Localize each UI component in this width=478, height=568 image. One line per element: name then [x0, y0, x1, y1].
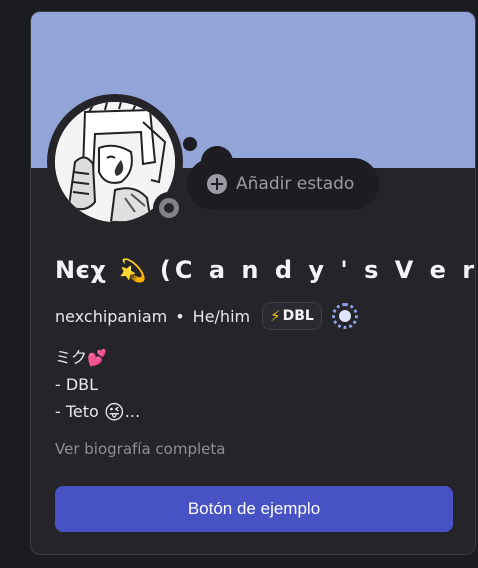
bio-line-1-text: ミク — [55, 348, 88, 367]
bio: ミク💕 - DBL - Teto 😜... — [55, 344, 140, 426]
guild-tag-label: DBL — [282, 308, 314, 324]
bio-line-3: - Teto 😜... — [55, 398, 140, 426]
bio-line-2: - DBL — [55, 375, 99, 394]
example-button-label: Botón de ejemplo — [187, 499, 321, 518]
separator-dot: • — [175, 306, 185, 326]
add-status-label: Añadir estado — [236, 174, 355, 194]
display-name-suffix: (C a n d y ' s V e r s) — [159, 256, 475, 284]
bio-line-3-text: - Teto — [55, 402, 99, 421]
profile-card: Añadir estado Nєχ 💫 (C a n d y ' s V e r… — [30, 11, 476, 555]
wink-emoji-icon: 😜 — [103, 400, 125, 424]
pronouns: He/him — [192, 306, 251, 326]
bio-line-3-tail: ... — [124, 402, 141, 421]
sparkle-icon: 💫 — [119, 259, 148, 284]
plus-icon — [207, 174, 227, 194]
example-button[interactable]: Botón de ejemplo — [55, 486, 453, 532]
username-row: nexchipaniam • He/him ⚡ DBL — [55, 302, 358, 330]
badge-icon[interactable] — [331, 303, 358, 329]
bolt-icon: ⚡ — [270, 307, 281, 325]
bio-line-1: ミク💕 — [55, 344, 140, 371]
add-status-button[interactable]: Añadir estado — [187, 158, 379, 210]
heart-icon: 💕 — [87, 348, 107, 367]
display-name-prefix: Nєχ — [55, 256, 107, 284]
display-name[interactable]: Nєχ 💫 (C a n d y ' s V e r s) — [55, 256, 475, 284]
guild-tag[interactable]: ⚡ DBL — [262, 302, 322, 330]
status-icon — [153, 192, 185, 224]
view-full-bio-link[interactable]: Ver biografía completa — [55, 440, 225, 458]
username[interactable]: nexchipaniam — [55, 307, 167, 326]
avatar-wrapper[interactable] — [47, 94, 185, 230]
status-bubble-small — [183, 137, 197, 151]
